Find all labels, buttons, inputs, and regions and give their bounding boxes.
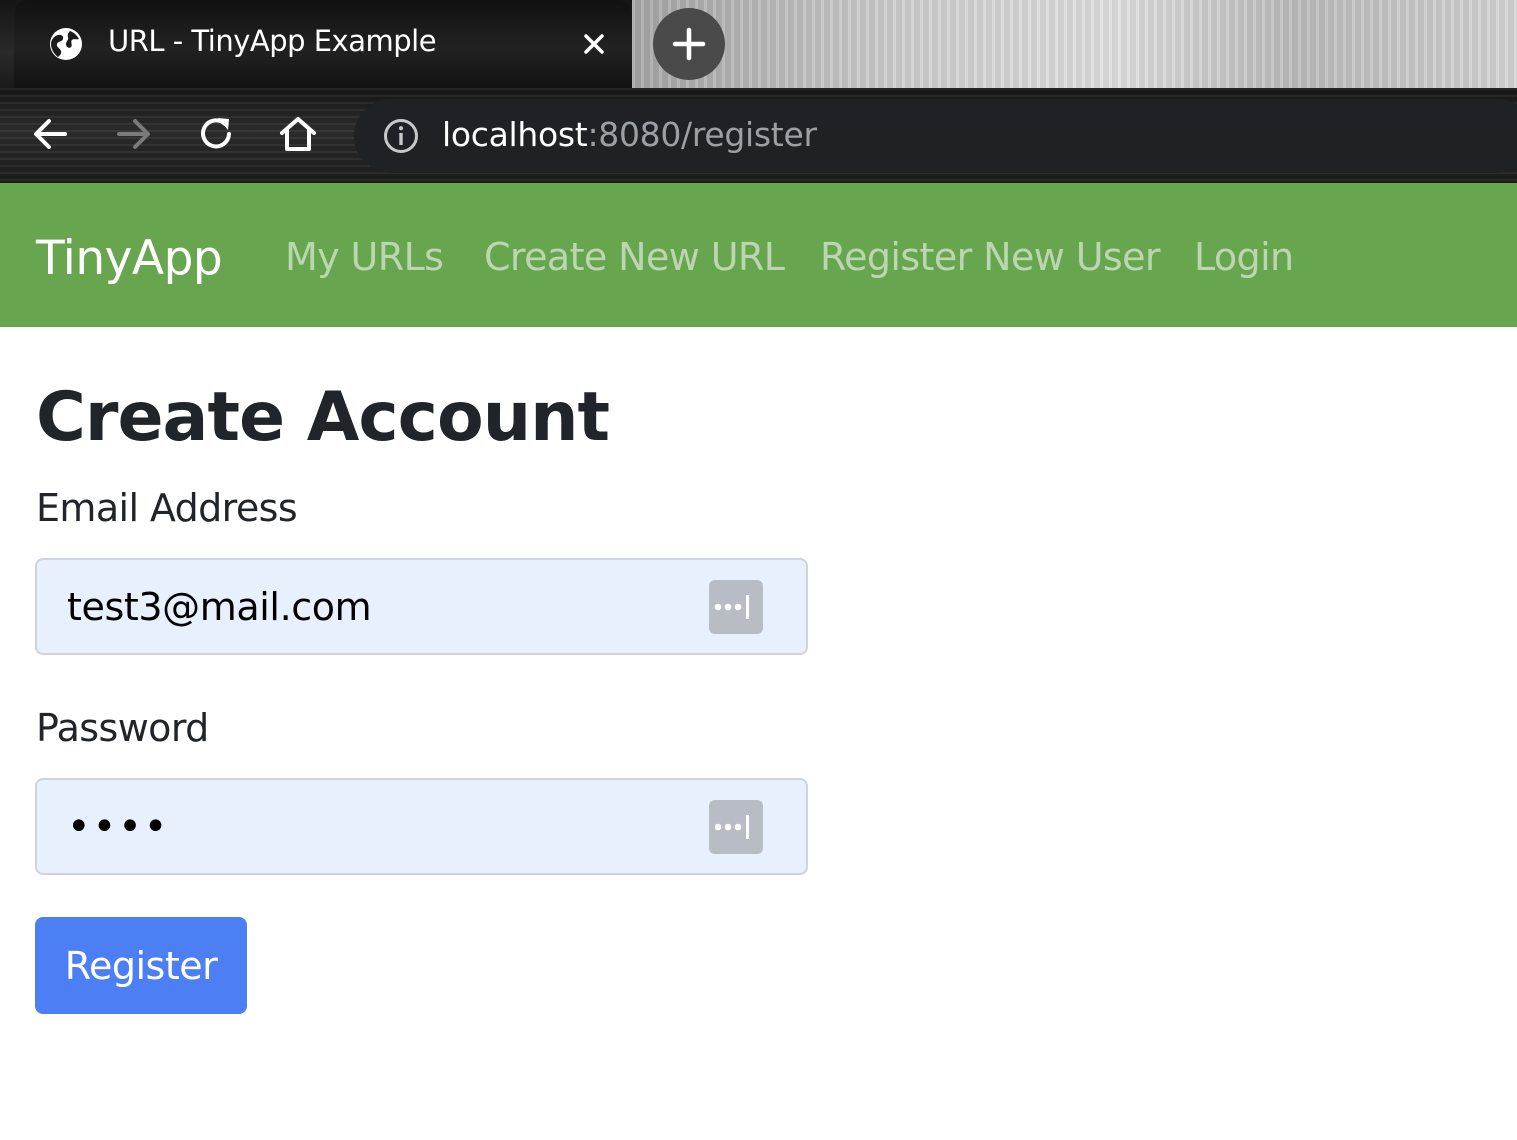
password-field-container [35,778,808,875]
address-bar[interactable]: localhost:8080/register [354,99,1517,173]
reload-icon[interactable] [194,112,238,156]
globe-icon [50,28,82,60]
url-path: :8080/register [587,115,817,154]
new-tab-button[interactable] [653,8,725,80]
info-icon[interactable] [382,117,420,155]
nav-link-register-new-user[interactable]: Register New User [820,235,1161,279]
url-host: localhost [442,115,588,154]
forward-arrow-icon[interactable] [111,112,155,156]
back-arrow-icon[interactable] [29,112,73,156]
nav-link-my-urls[interactable]: My URLs [285,235,444,279]
email-label: Email Address [36,486,298,530]
register-button[interactable]: Register [35,917,247,1014]
plus-icon [672,27,706,61]
email-field[interactable] [67,560,707,653]
url-text[interactable]: localhost:8080/register [442,115,817,154]
brand-link[interactable]: TinyApp [36,231,223,286]
home-icon[interactable] [276,112,320,156]
browser-tabstrip: URL - TinyApp Example [0,0,1517,88]
page-title: Create Account [36,378,610,457]
browser-tab[interactable]: URL - TinyApp Example [14,0,632,88]
browser-toolbar: localhost:8080/register [0,88,1517,183]
nav-link-create-new-url[interactable]: Create New URL [484,235,785,279]
close-icon[interactable] [576,26,612,62]
email-field-container [35,558,808,655]
password-field[interactable] [67,780,707,873]
nav-link-login[interactable]: Login [1194,235,1294,279]
tabstrip-background [632,0,1517,88]
site-navbar: TinyApp My URLs Create New URL Register … [0,183,1517,327]
password-label: Password [36,706,209,750]
tab-title: URL - TinyApp Example [108,24,437,58]
password-manager-icon[interactable] [709,800,763,854]
password-manager-icon[interactable] [709,580,763,634]
